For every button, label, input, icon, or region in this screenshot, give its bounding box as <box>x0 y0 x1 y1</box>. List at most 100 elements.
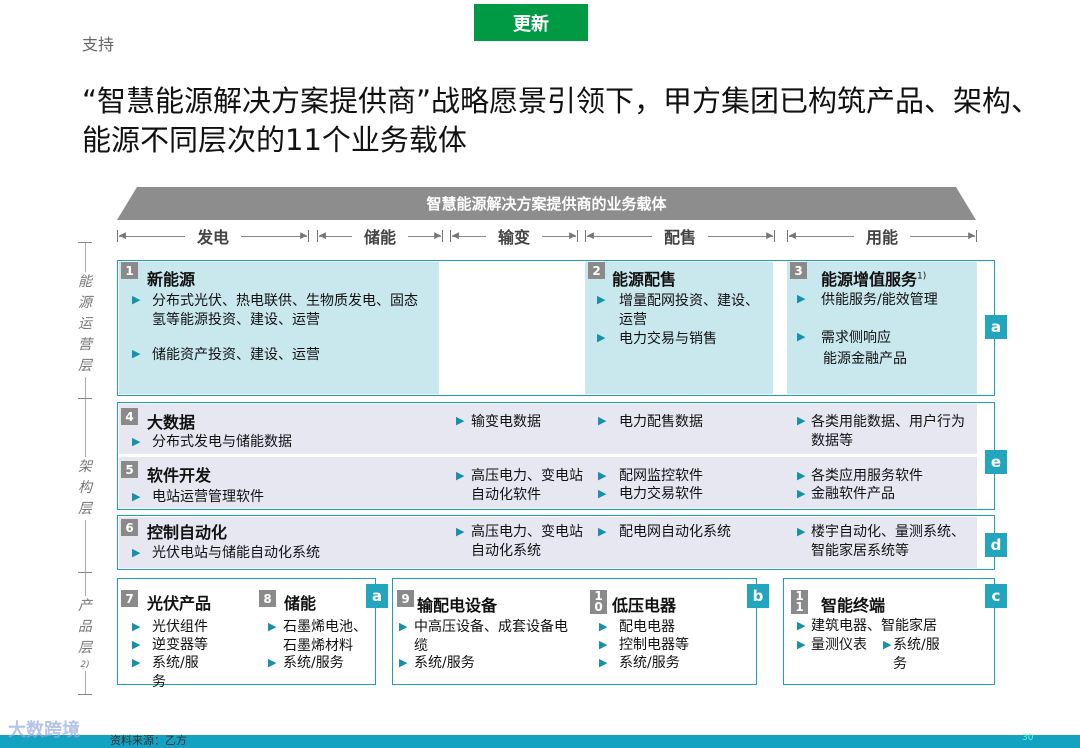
carrier-number: 11 <box>791 590 808 614</box>
carrier-item: 系统/服务 <box>152 655 199 690</box>
bullet-triangle-icon: ▶ <box>597 331 606 344</box>
carrier-item: 配电网自动化系统 <box>619 524 731 540</box>
segment-storage: ◀ 储能 ▶ <box>317 224 443 248</box>
carrier-item: 分布式发电与储能数据 <box>152 434 292 450</box>
bullet-triangle-icon: ▶ <box>132 546 141 559</box>
bullet-triangle-icon: ▶ <box>797 619 806 632</box>
carrier-item: 电站运营管理软件 <box>152 489 264 505</box>
bullet-triangle-icon: ▶ <box>598 487 607 500</box>
bullet-triangle-icon: ▶ <box>797 414 806 427</box>
carrier-item: 储能资产投资、建设、运营 <box>152 347 320 363</box>
carrier-item: 楼宇自动化、量测系统、智能家居系统等 <box>811 524 965 559</box>
bullet-triangle-icon: ▶ <box>599 620 608 633</box>
carrier-item: 系统/服务 <box>893 637 940 672</box>
bullet-triangle-icon: ▶ <box>399 656 408 669</box>
bullet-triangle-icon: ▶ <box>797 292 806 305</box>
bullet-triangle-icon: ▶ <box>132 638 141 651</box>
segment-transmission: ◀ 输变 ▶ <box>450 224 578 248</box>
carrier-number: 2 <box>588 262 605 279</box>
carrier-number: 6 <box>121 519 138 536</box>
tag-b: b <box>747 584 769 608</box>
architecture-layer-label: 架构层 <box>78 457 92 520</box>
bullet-triangle-icon: ▶ <box>456 525 465 538</box>
carrier-item: 光伏组件 <box>152 619 208 635</box>
carrier-number: 1 <box>121 262 138 279</box>
bullet-triangle-icon: ▶ <box>797 525 806 538</box>
bullet-triangle-icon: ▶ <box>456 469 465 482</box>
carrier-title: 控制自动化 <box>147 523 228 542</box>
source-note: 资料来源：乙方 <box>110 734 187 747</box>
carrier-item: 能源金融产品 <box>823 351 907 367</box>
layer-axis-tick <box>78 398 92 399</box>
support-label: 支持 <box>82 35 115 54</box>
carrier-item: 高压电力、变电站自动化软件 <box>471 468 583 503</box>
bullet-triangle-icon: ▶ <box>132 490 141 503</box>
bullet-triangle-icon: ▶ <box>132 347 141 360</box>
bullet-triangle-icon: ▶ <box>132 435 141 448</box>
carrier-item: 各类应用服务软件 <box>811 468 923 484</box>
carrier-title: 软件开发 <box>147 466 212 485</box>
carrier-item: 供能服务/能效管理 <box>821 292 938 308</box>
bullet-triangle-icon: ▶ <box>883 638 892 651</box>
carrier-number: 7 <box>121 590 138 607</box>
carrier-item: 金融软件产品 <box>811 486 895 502</box>
carrier-number: 8 <box>259 590 276 607</box>
carrier-item: 输变电数据 <box>471 414 541 430</box>
bullet-triangle-icon: ▶ <box>797 330 806 343</box>
carrier-item: 控制电器等 <box>619 637 689 653</box>
carrier-title: 新能源 <box>147 270 196 289</box>
bullet-triangle-icon: ▶ <box>268 620 277 633</box>
bullet-triangle-icon: ▶ <box>456 414 465 427</box>
tag-a: a <box>366 584 388 608</box>
bullet-triangle-icon: ▶ <box>598 469 607 482</box>
tag-e: e <box>985 450 1007 474</box>
carrier-item: 光伏电站与储能自动化系统 <box>152 545 320 561</box>
bullet-triangle-icon: ▶ <box>132 656 141 669</box>
carrier-item: 高压电力、变电站自动化系统 <box>471 524 583 559</box>
carrier-item: 分布式光伏、热电联供、生物质发电、固态氢等能源投资、建设、运营 <box>152 293 418 328</box>
update-badge: 更新 <box>474 4 588 41</box>
carrier-item: 电力配售数据 <box>619 414 703 430</box>
carrier-item: 系统/服务 <box>619 655 680 671</box>
bullet-triangle-icon: ▶ <box>132 620 141 633</box>
carrier-item: 需求侧响应 <box>821 330 891 346</box>
carrier-number: 10 <box>590 590 607 614</box>
segment-distribution: ◀ 配售 ▶ <box>585 224 775 248</box>
carrier-item: 量测仪表 <box>811 637 867 653</box>
bullet-triangle-icon: ▶ <box>598 414 607 427</box>
carrier-item: 电力交易与销售 <box>619 331 717 347</box>
carrier-title: 低压电器 <box>612 596 677 615</box>
tag-d: d <box>985 533 1007 557</box>
carrier-number: 3 <box>790 262 807 279</box>
product-layer-label: 产品层 2) <box>78 596 92 671</box>
page-number: 30 <box>1022 733 1034 743</box>
operation-layer-label: 能源运营层 <box>78 272 92 377</box>
layer-axis-tick <box>78 694 92 695</box>
carrier-number: 5 <box>121 461 138 478</box>
bullet-triangle-icon: ▶ <box>797 638 806 651</box>
carrier-item: 中高压设备、成套设备电缆 <box>414 619 568 654</box>
watermark-logo: 大数跨境 <box>8 720 80 741</box>
bullet-triangle-icon: ▶ <box>599 656 608 669</box>
carrier-item: 各类用能数据、用户行为数据等 <box>811 414 965 449</box>
carrier-item: 电力交易软件 <box>619 486 703 502</box>
carrier-item: 配电电器 <box>619 619 675 635</box>
segment-generation: ◀ 发电 ▶ <box>117 224 309 248</box>
bullet-triangle-icon: ▶ <box>599 638 608 651</box>
carrier-banner: 智慧能源解决方案提供商的业务载体 <box>117 187 976 220</box>
slide: { "header": { "support_label": "支持", "up… <box>0 0 1080 748</box>
carrier-item: 建筑电器、智能家居 <box>811 618 937 634</box>
bullet-triangle-icon: ▶ <box>598 525 607 538</box>
bullet-triangle-icon: ▶ <box>132 293 141 306</box>
slide-title: “智慧能源解决方案提供商”战略愿景引领下，甲方集团已构筑产品、架构、能源不同层次… <box>82 84 1041 157</box>
carrier-title: 大数据 <box>147 413 196 432</box>
layer-axis-tick <box>78 242 92 243</box>
bullet-triangle-icon: ▶ <box>597 293 606 306</box>
carrier-item: 系统/服务 <box>414 655 475 671</box>
bullet-triangle-icon: ▶ <box>268 656 277 669</box>
carrier-title: 输配电设备 <box>417 596 498 615</box>
segment-consumption: ◀ 用能 ▶ <box>787 224 977 248</box>
carrier-number: 9 <box>397 590 414 607</box>
carrier-title: 光伏产品 <box>147 594 212 613</box>
carrier-item: 石墨烯电池、石墨烯材料 <box>283 619 367 654</box>
